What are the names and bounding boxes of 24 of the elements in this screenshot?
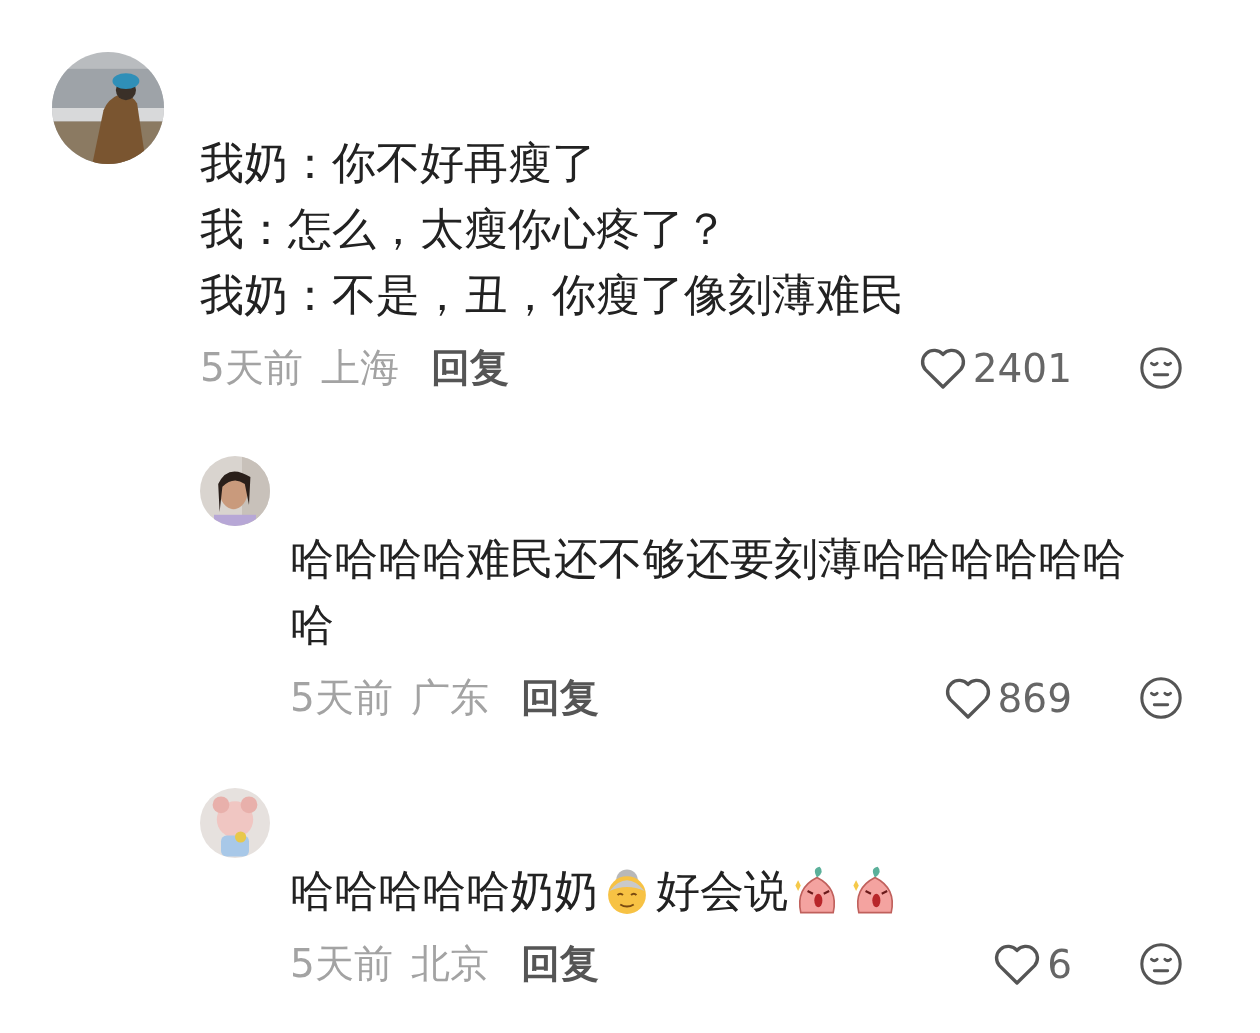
heart-icon[interactable]: [993, 942, 1042, 986]
reply-text-part: 好会说: [656, 864, 788, 918]
comment-location: 广东: [410, 674, 489, 722]
comment-text: 我奶：不是，丑，你瘦了像刻薄难民: [200, 268, 905, 322]
heart-icon[interactable]: [943, 676, 992, 720]
comment-time: 5天前: [290, 674, 393, 722]
face-icon[interactable]: [1138, 675, 1184, 721]
reply-text-part: 哈哈哈哈难民还不够还要刻薄哈哈哈哈哈哈哈: [290, 532, 1127, 652]
face-icon[interactable]: [1138, 345, 1184, 391]
comment-location: 上海: [320, 344, 399, 392]
reply-link[interactable]: 回复: [520, 671, 599, 725]
comment-time: 5天前: [290, 940, 393, 988]
reply-link[interactable]: 回复: [520, 937, 599, 991]
like-count: 2401: [972, 345, 1072, 391]
face-icon[interactable]: [1138, 941, 1184, 987]
comment-text: 我：怎么，太瘦你心疼了？: [200, 202, 729, 256]
heart-icon[interactable]: [918, 346, 967, 390]
comment-text: 我奶：你不好再瘦了: [200, 136, 597, 190]
like-count: 869: [997, 675, 1072, 721]
comment-location: 北京: [410, 940, 489, 988]
reply-link[interactable]: 回复: [430, 341, 509, 395]
reply-text-part: 哈哈哈哈哈奶奶: [290, 864, 598, 918]
comment-time: 5天前: [200, 344, 303, 392]
like-count: 6: [1047, 941, 1072, 987]
